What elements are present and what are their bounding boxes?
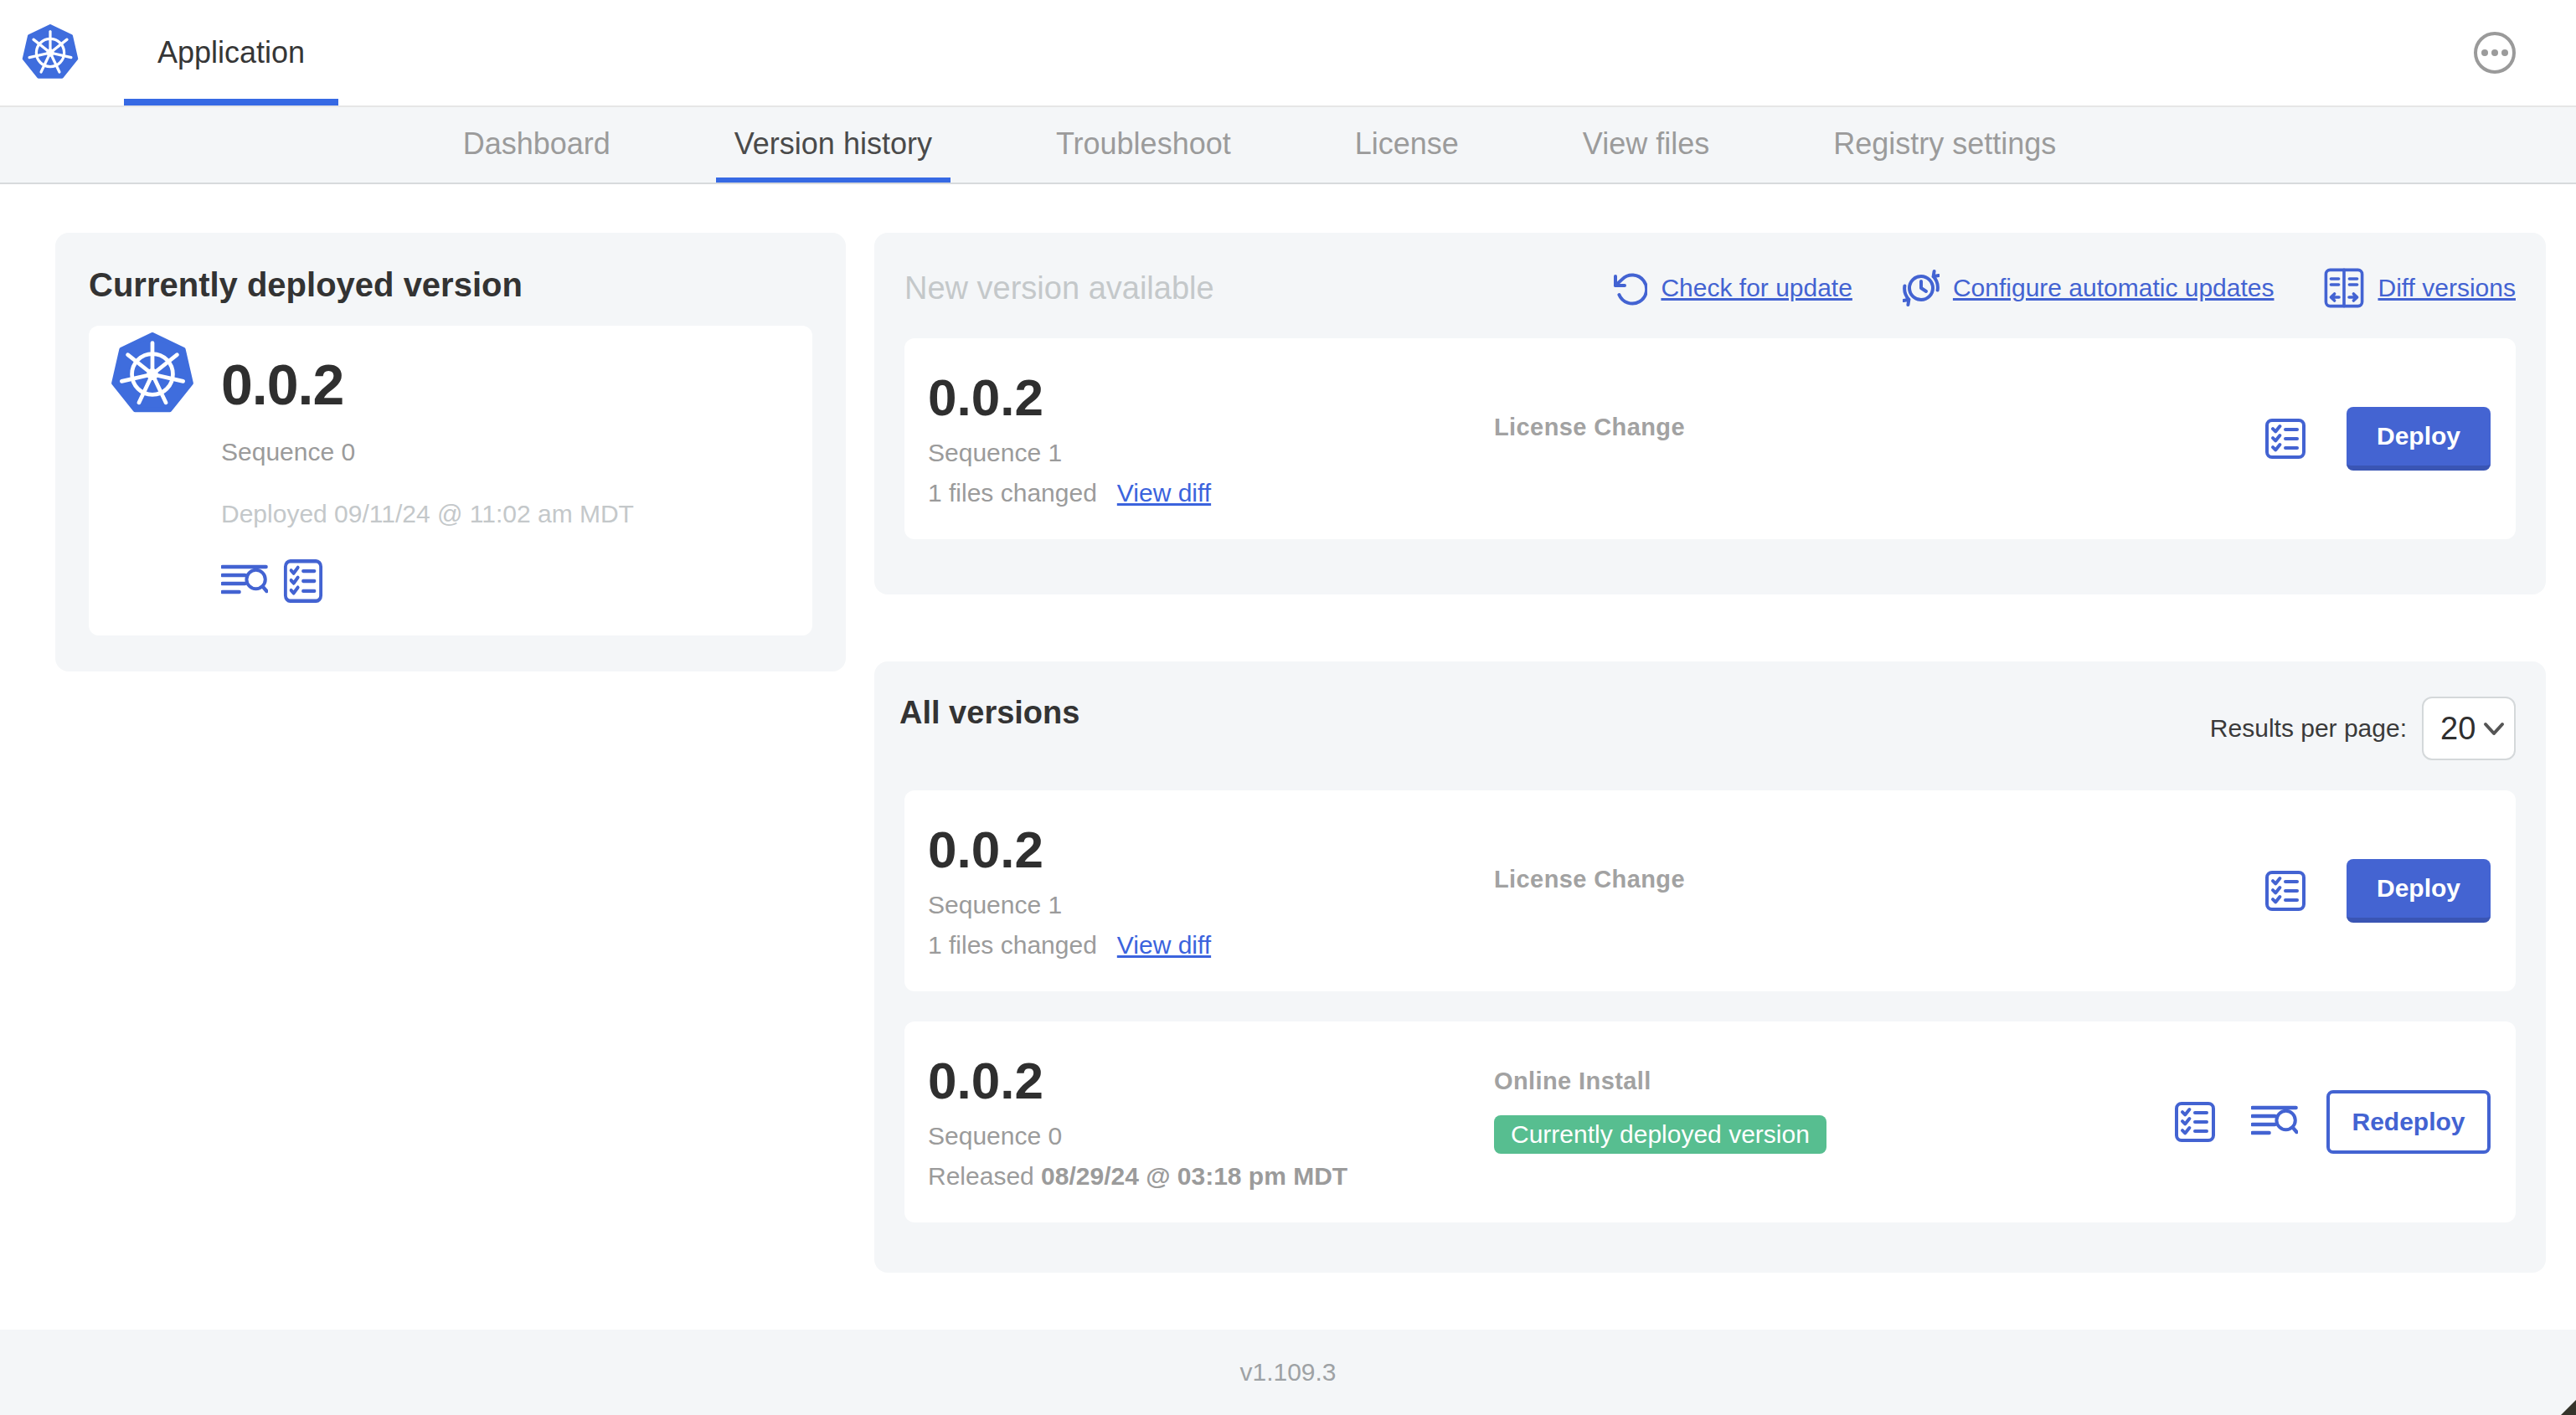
- all-versions-title: All versions: [899, 695, 1079, 731]
- release-notes-icon[interactable]: [2264, 418, 2306, 460]
- nav-tab-troubleshoot[interactable]: Troubleshoot: [1038, 107, 1249, 183]
- currently-deployed-card: Currently deployed version 0.0.2 Sequenc…: [55, 233, 846, 671]
- version-number: 0.0.2: [928, 819, 1494, 881]
- results-per-page-value: 20: [2440, 711, 2476, 747]
- release-notes-icon[interactable]: [2174, 1101, 2216, 1143]
- version-sequence: Sequence 1: [928, 439, 1494, 467]
- results-per-page-label: Results per page:: [2210, 714, 2407, 743]
- files-changed-label: 1 files changed: [928, 479, 1097, 507]
- configure-automatic-updates-label: Configure automatic updates: [1953, 274, 2275, 302]
- new-version-row: 0.0.2 Sequence 1 1 files changed View di…: [904, 338, 2516, 539]
- new-version-title: New version available: [904, 270, 1612, 306]
- deployed-version-card: 0.0.2 Sequence 0 Deployed 09/11/24 @ 11:…: [89, 326, 812, 635]
- deploy-button[interactable]: Deploy: [2347, 407, 2491, 471]
- version-number: 0.0.2: [928, 367, 1494, 429]
- check-for-update-link[interactable]: Check for update: [1612, 270, 1852, 306]
- tab-application[interactable]: Application: [124, 0, 338, 105]
- results-per-page-control: Results per page: 20: [2210, 697, 2516, 760]
- deployed-sequence: Sequence 0: [221, 438, 634, 466]
- deploy-button[interactable]: Deploy: [2347, 859, 2491, 923]
- configure-automatic-updates-link[interactable]: Configure automatic updates: [1903, 269, 2275, 307]
- version-source: Online Install: [1494, 1068, 1651, 1095]
- currently-deployed-badge: Currently deployed version: [1494, 1115, 1826, 1154]
- version-row-sequence-1: 0.0.2 Sequence 1 1 files changed View di…: [904, 790, 2516, 991]
- all-versions-section: All versions Results per page: 20 0.0.2: [874, 661, 2546, 1273]
- view-logs-icon[interactable]: [2251, 1105, 2298, 1139]
- view-diff-link[interactable]: View diff: [1117, 931, 1211, 960]
- nav-tab-dashboard[interactable]: Dashboard: [445, 107, 629, 183]
- clock-refresh-icon: [1903, 269, 1940, 307]
- currently-deployed-title: Currently deployed version: [89, 266, 812, 304]
- app-tab-label: Application: [157, 35, 305, 70]
- refresh-icon: [1612, 270, 1647, 306]
- version-sequence: Sequence 0: [928, 1122, 1494, 1150]
- more-options-button[interactable]: [2474, 32, 2516, 74]
- check-for-update-label: Check for update: [1661, 274, 1852, 302]
- results-per-page-select[interactable]: 20: [2422, 697, 2516, 760]
- diff-versions-link[interactable]: Diff versions: [2324, 268, 2516, 308]
- version-source: License Change: [1494, 414, 1685, 441]
- console-version: v1.109.3: [1239, 1358, 1336, 1387]
- new-version-section: New version available Check for update C…: [874, 233, 2546, 594]
- section-nav: Dashboard Version history Troubleshoot L…: [0, 107, 2576, 184]
- redeploy-button[interactable]: Redeploy: [2326, 1090, 2491, 1154]
- view-logs-icon[interactable]: [221, 564, 268, 598]
- right-column: New version available Check for update C…: [874, 233, 2546, 1273]
- nav-tab-version-history[interactable]: Version history: [716, 107, 951, 183]
- kubernetes-logo-icon: [22, 24, 79, 81]
- diff-versions-label: Diff versions: [2378, 274, 2516, 302]
- nav-tab-license[interactable]: License: [1337, 107, 1477, 183]
- main-content: Currently deployed version 0.0.2 Sequenc…: [0, 184, 2576, 1273]
- released-date: 08/29/24 @ 03:18 pm MDT: [1041, 1162, 1347, 1190]
- app-header: Application: [0, 0, 2576, 107]
- deployed-version-number: 0.0.2: [221, 346, 634, 423]
- release-notes-icon[interactable]: [283, 558, 323, 604]
- nav-tab-registry-settings[interactable]: Registry settings: [1815, 107, 2074, 183]
- diff-icon: [2324, 268, 2364, 308]
- nav-tab-view-files[interactable]: View files: [1564, 107, 1728, 183]
- released-label: Released: [928, 1162, 1034, 1190]
- version-source: License Change: [1494, 866, 1685, 893]
- release-notes-icon[interactable]: [2264, 870, 2306, 912]
- version-number: 0.0.2: [928, 1050, 1494, 1112]
- app-footer: v1.109.3: [0, 1330, 2576, 1415]
- version-sequence: Sequence 1: [928, 891, 1494, 919]
- kots-admin-console: Application Dashboard Version history Tr…: [0, 0, 2576, 1415]
- kubernetes-app-icon: [111, 332, 194, 416]
- view-diff-link[interactable]: View diff: [1117, 479, 1211, 507]
- chevron-down-icon: [2482, 718, 2506, 739]
- cursor-artifact: [2561, 1400, 2576, 1415]
- files-changed-label: 1 files changed: [928, 931, 1097, 960]
- deployed-timestamp: Deployed 09/11/24 @ 11:02 am MDT: [221, 500, 634, 528]
- version-row-sequence-0: 0.0.2 Sequence 0 Released 08/29/24 @ 03:…: [904, 1021, 2516, 1222]
